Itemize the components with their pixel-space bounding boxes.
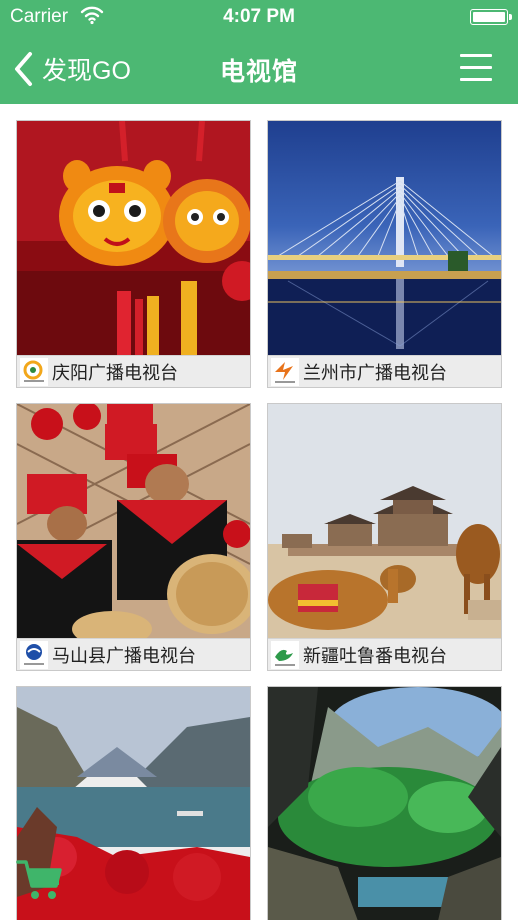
- turpan-tv-logo: [271, 640, 299, 669]
- station-name: 新疆吐鲁番电视台: [303, 645, 447, 667]
- station-card-turpan[interactable]: 新疆吐鲁番电视台: [267, 403, 502, 671]
- station-caption: 兰州市广播电视台: [268, 355, 501, 387]
- shopping-cart-icon: [16, 860, 62, 899]
- green-karst-cave-photo: [268, 687, 501, 920]
- app-header: Carrier 4:07 PM 发现GO 电视馆: [0, 0, 518, 104]
- mashan-tv-logo: [20, 640, 48, 669]
- battery-icon: [470, 9, 512, 25]
- chinese-tiger-charm-photo: [17, 121, 250, 355]
- station-card-qingyang[interactable]: 庆阳广播电视台: [16, 120, 251, 388]
- station-card-lanzhou[interactable]: 兰州市广播电视台: [267, 120, 502, 388]
- zhuang-drummers-photo: [17, 404, 250, 638]
- station-grid: 庆阳广播电视台 兰州市广播电视台 马山县广播电视台 新疆吐鲁番电视台: [0, 104, 518, 920]
- qingyang-tv-logo: [20, 357, 48, 386]
- menu-button[interactable]: [460, 54, 492, 81]
- status-time: 4:07 PM: [223, 6, 295, 27]
- hamburger-menu-icon: [460, 54, 492, 57]
- navigation-bar: 发现GO 电视馆: [0, 34, 518, 104]
- station-caption: 新疆吐鲁番电视台: [268, 638, 501, 670]
- page-title: 电视馆: [219, 57, 298, 86]
- station-name: 兰州市广播电视台: [303, 362, 447, 384]
- station-caption: 庆阳广播电视台: [17, 355, 250, 387]
- station-card-6[interactable]: [267, 686, 502, 920]
- lanzhou-bridge-night-photo: [268, 121, 501, 355]
- station-name: 庆阳广播电视台: [52, 362, 178, 384]
- station-card-mashan[interactable]: 马山县广播电视台: [16, 403, 251, 671]
- station-name: 马山县广播电视台: [52, 645, 196, 667]
- status-bar: Carrier 4:07 PM: [0, 0, 518, 34]
- station-caption: 马山县广播电视台: [17, 638, 250, 670]
- lanzhou-tv-logo: [271, 357, 299, 386]
- cart-button[interactable]: [16, 856, 64, 902]
- desert-camels-fortress-photo: [268, 404, 501, 638]
